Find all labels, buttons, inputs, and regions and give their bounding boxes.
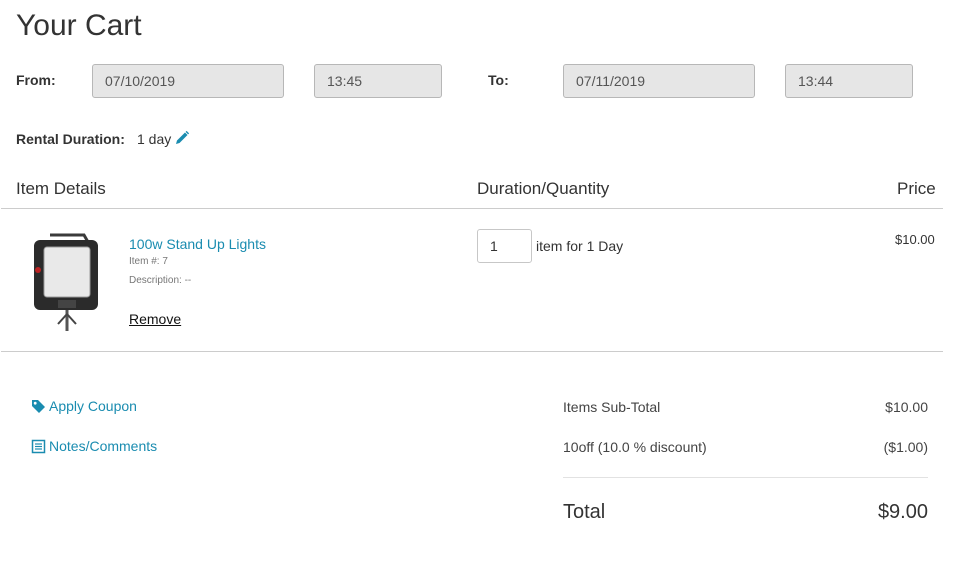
remove-item-button[interactable]: Remove [129,311,181,327]
subtotal-value: $10.00 [885,399,928,415]
header-duration-quantity: Duration/Quantity [477,179,610,198]
quantity-suffix: item for 1 Day [536,238,624,254]
item-description: Description: -- [129,275,192,286]
rental-duration-value: 1 day [137,131,172,147]
discount-label: 10off (10.0 % discount) [563,439,707,455]
header-item-details: Item Details [16,179,106,198]
notes-icon [31,439,46,454]
stand-light-image[interactable] [28,230,106,332]
subtotal-label: Items Sub-Total [563,399,661,415]
apply-coupon-button[interactable]: Apply Coupon [31,398,137,414]
item-name-link[interactable]: 100w Stand Up Lights [129,236,266,252]
page-title: Your Cart [16,9,142,42]
notes-comments-button[interactable]: Notes/Comments [31,438,157,454]
total-label: Total [563,501,606,523]
tag-icon [31,399,46,414]
item-price: $10.00 [895,232,935,247]
discount-value: ($1.00) [883,439,928,455]
summary-divider [563,477,928,478]
header-price: Price [897,179,936,198]
notes-comments-label: Notes/Comments [49,438,158,454]
to-date-input[interactable] [563,64,755,98]
to-time-input[interactable] [785,64,913,98]
item-divider [1,351,943,352]
header-divider [1,208,943,209]
to-label: To: [488,72,509,88]
from-label: From: [16,72,56,88]
pencil-icon[interactable] [174,130,190,146]
rental-duration-label: Rental Duration: [16,131,125,147]
quantity-input[interactable] [477,229,532,263]
item-number: Item #: 7 [129,256,168,267]
total-value: $9.00 [877,501,928,523]
apply-coupon-label: Apply Coupon [49,398,137,414]
from-time-input[interactable] [314,64,442,98]
from-date-input[interactable] [92,64,284,98]
